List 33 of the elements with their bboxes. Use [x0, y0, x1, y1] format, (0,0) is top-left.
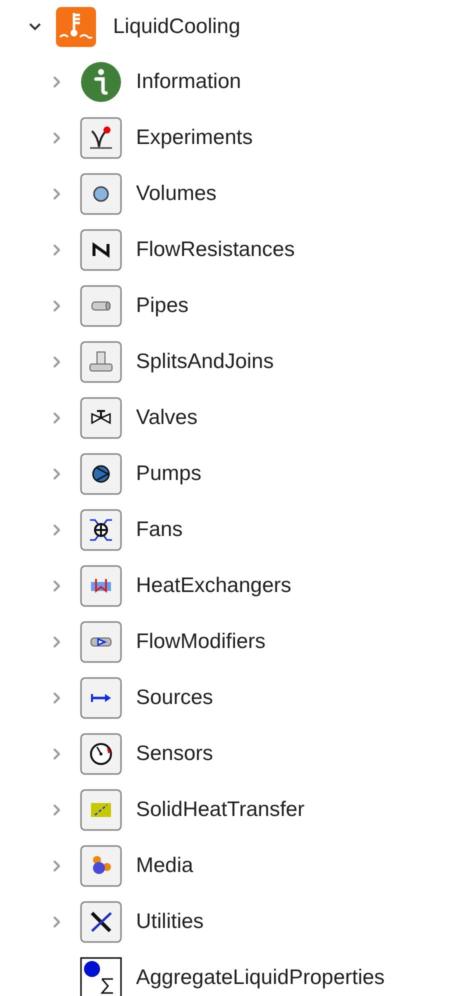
tree-item-label[interactable]: Pipes [136, 290, 189, 322]
experiment-icon [80, 117, 122, 159]
tree-item-label[interactable]: Experiments [136, 122, 253, 154]
tree-item-label[interactable]: Volumes [136, 178, 217, 210]
tools-icon [80, 901, 122, 943]
solid-block-icon [80, 789, 122, 831]
tee-icon [80, 341, 122, 383]
tree-item-label[interactable]: Utilities [136, 906, 204, 938]
tree-item-label[interactable]: Information [136, 66, 242, 98]
info-icon [80, 61, 122, 103]
valve-icon [80, 397, 122, 439]
zigzag-icon [80, 229, 122, 271]
pump-icon [80, 453, 122, 495]
pipe-icon [80, 285, 122, 327]
molecule-icon [80, 845, 122, 887]
gauge-icon [80, 733, 122, 775]
tree-item-label[interactable]: Valves [136, 402, 198, 434]
tree-item-label[interactable]: SplitsAndJoins [136, 346, 274, 378]
flow-modifier-icon [80, 621, 122, 663]
tree-item-label[interactable]: Sources [136, 682, 214, 714]
tree-item-label[interactable]: FlowResistances [136, 234, 295, 266]
tree-item-label[interactable]: LiquidCooling [113, 11, 240, 43]
heat-exchanger-icon [80, 565, 122, 607]
tree-item-label[interactable]: Fans [136, 514, 183, 546]
tree-item-label[interactable]: Sensors [136, 738, 214, 770]
tree-item-label[interactable]: Media [136, 850, 194, 882]
tree-item-label[interactable]: AggregateLiquidProperties [136, 962, 385, 994]
tree-item-label[interactable]: SolidHeatTransfer [136, 794, 304, 826]
tree-item-label[interactable]: FlowModifiers [136, 626, 266, 658]
thermometer-logo-icon [56, 7, 96, 47]
tree-item-label[interactable]: HeatExchangers [136, 570, 292, 602]
fan-icon [80, 509, 122, 551]
tree-item-label[interactable]: Pumps [136, 458, 202, 490]
